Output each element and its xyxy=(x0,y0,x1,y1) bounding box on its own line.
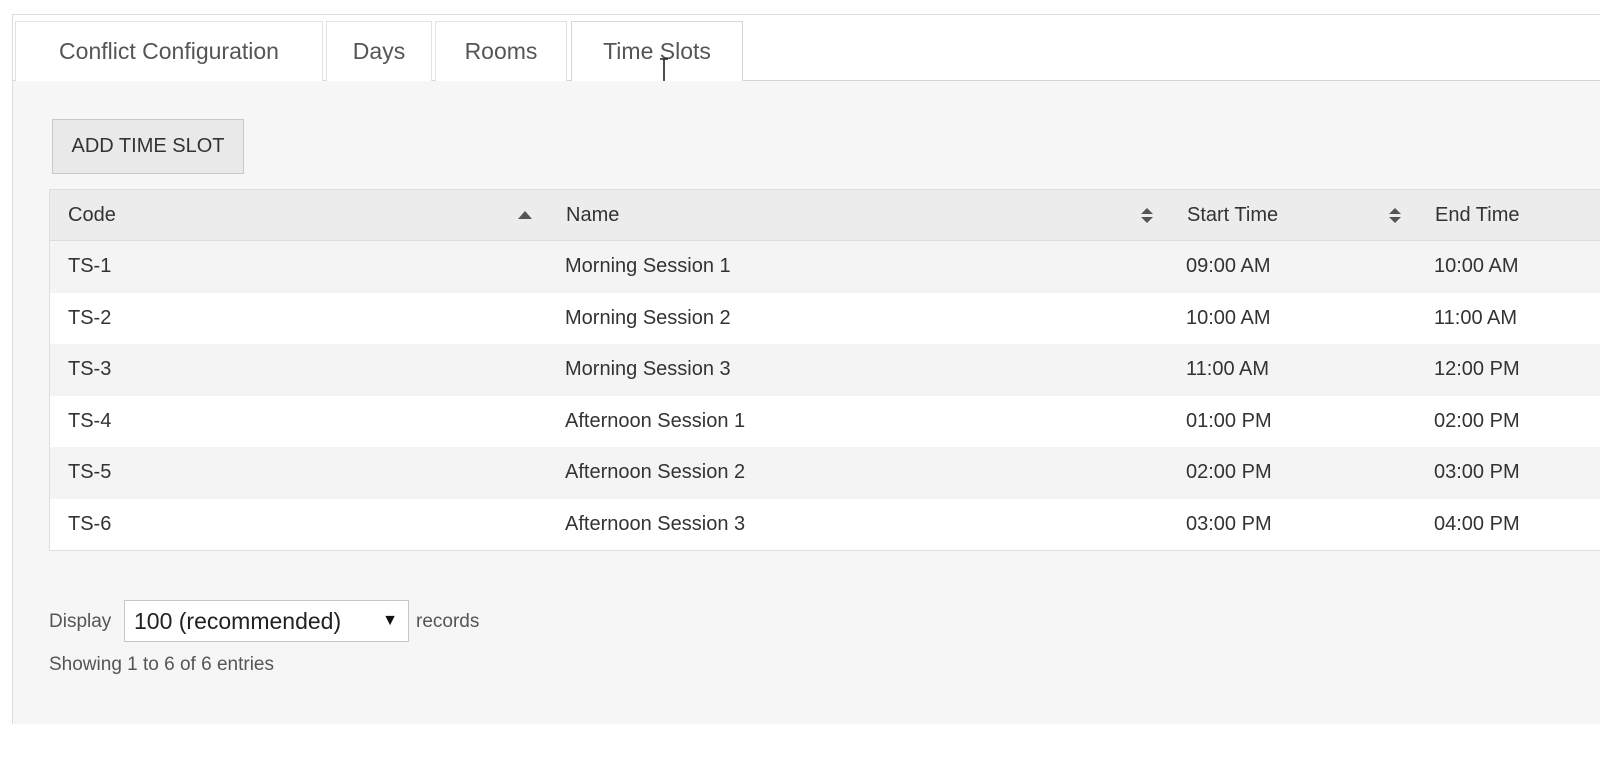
cell-end-time: 02:00 PM xyxy=(1434,409,1520,432)
table-row[interactable]: TS-5 Afternoon Session 2 02:00 PM 03:00 … xyxy=(50,447,1600,499)
column-header-name[interactable]: Name xyxy=(566,190,619,240)
time-slots-panel: Conflict Configuration Days Rooms Time S… xyxy=(12,14,1600,724)
column-header-code[interactable]: Code xyxy=(68,190,116,240)
tab-content: ADD TIME SLOT Code Name Start Time End T… xyxy=(13,81,1600,724)
cell-code: TS-4 xyxy=(68,409,112,432)
table-row[interactable]: TS-2 Morning Session 2 10:00 AM 11:00 AM xyxy=(50,292,1600,344)
tab-rooms[interactable]: Rooms xyxy=(435,21,567,81)
table-header: Code Name Start Time End Time xyxy=(50,190,1600,241)
cell-name: Afternoon Session 1 xyxy=(565,409,746,432)
table-row[interactable]: TS-3 Morning Session 3 11:00 AM 12:00 PM xyxy=(50,344,1600,396)
entries-info: Showing 1 to 6 of 6 entries xyxy=(49,654,274,675)
column-header-start-time[interactable]: Start Time xyxy=(1187,190,1278,240)
sort-both-icon[interactable] xyxy=(1386,190,1406,240)
cell-end-time: 10:00 AM xyxy=(1434,255,1519,277)
cell-name: Afternoon Session 2 xyxy=(565,461,746,483)
cell-start-time: 11:00 AM xyxy=(1186,358,1270,380)
sort-ascending-icon[interactable] xyxy=(516,190,536,240)
table-row[interactable]: TS-4 Afternoon Session 1 01:00 PM 02:00 … xyxy=(50,395,1600,447)
cell-end-time: 12:00 PM xyxy=(1434,358,1520,380)
cell-name: Morning Session 1 xyxy=(565,255,731,277)
cell-code: TS-2 xyxy=(68,306,112,329)
cell-start-time: 09:00 AM xyxy=(1186,255,1271,277)
cell-start-time: 10:00 AM xyxy=(1186,306,1271,329)
cell-end-time: 04:00 PM xyxy=(1434,512,1520,535)
cell-end-time: 11:00 AM xyxy=(1434,306,1518,329)
records-label: records xyxy=(416,611,480,632)
cell-start-time: 02:00 PM xyxy=(1186,461,1272,483)
page-size-select[interactable]: 100 (recommended) ▼ xyxy=(124,600,409,642)
cell-end-time: 03:00 PM xyxy=(1434,461,1520,483)
page-size-value: 100 (recommended) xyxy=(134,608,342,634)
time-slots-table: Code Name Start Time End Time TS-1 Morni… xyxy=(49,189,1600,551)
add-time-slot-button[interactable]: ADD TIME SLOT xyxy=(52,119,244,174)
sort-both-icon[interactable] xyxy=(1138,190,1158,240)
cell-code: TS-3 xyxy=(68,358,112,380)
caret-down-icon: ▼ xyxy=(382,612,398,629)
cell-name: Afternoon Session 3 xyxy=(565,512,746,535)
cell-start-time: 03:00 PM xyxy=(1186,512,1272,535)
cell-code: TS-1 xyxy=(68,255,112,277)
column-header-end-time[interactable]: End Time xyxy=(1435,190,1519,240)
display-label: Display xyxy=(49,611,112,632)
cell-name: Morning Session 2 xyxy=(565,306,731,329)
tab-time-slots[interactable]: Time Slots xyxy=(571,21,743,82)
cell-start-time: 01:00 PM xyxy=(1186,409,1272,432)
tab-days[interactable]: Days xyxy=(326,21,432,81)
tab-bar: Conflict Configuration Days Rooms Time S… xyxy=(13,15,1600,84)
table-row[interactable]: TS-6 Afternoon Session 3 03:00 PM 04:00 … xyxy=(50,498,1600,550)
cell-name: Morning Session 3 xyxy=(565,358,731,380)
tab-conflict-configuration[interactable]: Conflict Configuration xyxy=(15,21,323,81)
table-row[interactable]: TS-1 Morning Session 1 09:00 AM 10:00 AM xyxy=(50,241,1600,293)
cell-code: TS-6 xyxy=(68,512,112,535)
cell-code: TS-5 xyxy=(68,461,112,483)
